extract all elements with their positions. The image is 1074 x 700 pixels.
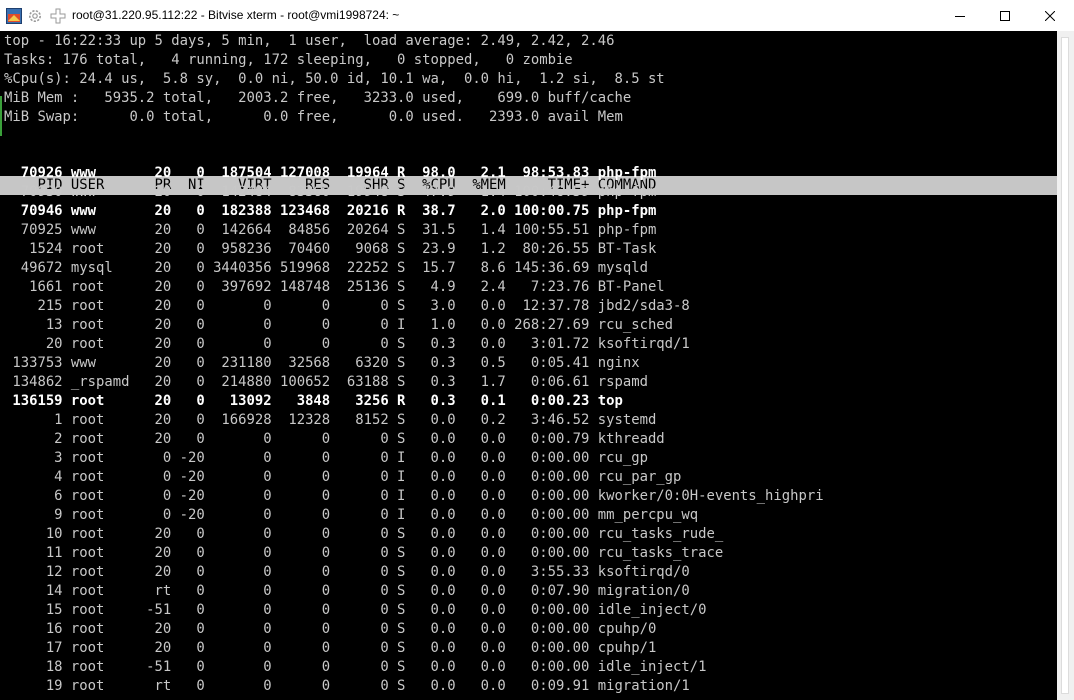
terminal-app-icon bbox=[6, 8, 22, 24]
process-row: 3 root 0 -20 0 0 0 I 0.0 0.0 0:00.00 rcu… bbox=[4, 450, 648, 466]
summary-line: top - 16:22:33 up 5 days, 5 min, 1 user,… bbox=[4, 33, 615, 49]
process-row: 136159 root 20 0 13092 3848 3256 R 0.3 0… bbox=[4, 393, 623, 409]
process-row: 1524 root 20 0 958236 70460 9068 S 23.9 … bbox=[4, 241, 657, 257]
terminal-area[interactable]: top - 16:22:33 up 5 days, 5 min, 1 user,… bbox=[0, 31, 1057, 700]
left-edge-marker bbox=[0, 96, 2, 136]
process-row: 15 root -51 0 0 0 0 S 0.0 0.0 0:00.00 id… bbox=[4, 602, 707, 618]
process-row: 11 root 20 0 0 0 0 S 0.0 0.0 0:00.00 rcu… bbox=[4, 545, 724, 561]
process-row: 18 root -51 0 0 0 0 S 0.0 0.0 0:00.00 id… bbox=[4, 659, 707, 675]
process-row: 16 root 20 0 0 0 0 S 0.0 0.0 0:00.00 cpu… bbox=[4, 621, 657, 637]
process-row: 17 root 20 0 0 0 0 S 0.0 0.0 0:00.00 cpu… bbox=[4, 640, 657, 656]
vertical-scrollbar[interactable] bbox=[1057, 31, 1074, 700]
minimize-button[interactable] bbox=[937, 0, 983, 31]
title-bar: root@31.220.95.112:22 - Bitvise xterm - … bbox=[0, 0, 1074, 31]
process-row: 134862 _rspamd 20 0 214880 100652 63188 … bbox=[4, 374, 648, 390]
process-row: 14 root rt 0 0 0 0 S 0.0 0.0 0:07.90 mig… bbox=[4, 583, 690, 599]
summary-line: MiB Mem : 5935.2 total, 2003.2 free, 323… bbox=[4, 90, 632, 106]
summary-line: Tasks: 176 total, 4 running, 172 sleepin… bbox=[4, 52, 573, 68]
process-row: 70925 www 20 0 142664 84856 20264 S 31.5… bbox=[4, 222, 657, 238]
process-row: 70946 www 20 0 182388 123468 20216 R 38.… bbox=[4, 203, 657, 219]
process-row: 19 root rt 0 0 0 0 S 0.0 0.0 0:09.91 mig… bbox=[4, 678, 690, 694]
window-title: root@31.220.95.112:22 - Bitvise xterm - … bbox=[72, 8, 400, 22]
summary-line: MiB Swap: 0.0 total, 0.0 free, 0.0 used.… bbox=[4, 109, 623, 125]
maximize-icon bbox=[1000, 10, 1010, 21]
process-row: 1 root 20 0 166928 12328 8152 S 0.0 0.2 … bbox=[4, 412, 657, 428]
process-row: 49672 mysql 20 0 3440356 519968 22252 S … bbox=[4, 260, 648, 276]
process-row: 13 root 20 0 0 0 0 I 1.0 0.0 268:27.69 r… bbox=[4, 317, 674, 333]
process-row: 9 root 0 -20 0 0 0 I 0.0 0.0 0:00.00 mm_… bbox=[4, 507, 699, 523]
plus-icon[interactable] bbox=[50, 8, 66, 24]
close-button[interactable] bbox=[1027, 0, 1073, 31]
gear-icon[interactable] bbox=[27, 8, 43, 24]
process-row: 6 root 0 -20 0 0 0 I 0.0 0.0 0:00.00 kwo… bbox=[4, 488, 824, 504]
process-row: 215 root 20 0 0 0 0 S 3.0 0.0 12:37.78 j… bbox=[4, 298, 690, 314]
process-row: 133753 www 20 0 231180 32568 6320 S 0.3 … bbox=[4, 355, 640, 371]
process-row: 70926 www 20 0 187504 127008 19964 R 98.… bbox=[4, 165, 657, 181]
process-row: 2 root 20 0 0 0 0 S 0.0 0.0 0:00.79 kthr… bbox=[4, 431, 665, 447]
process-row: 1661 root 20 0 397692 148748 25136 S 4.9… bbox=[4, 279, 665, 295]
summary-line: %Cpu(s): 24.4 us, 5.8 sy, 0.0 ni, 50.0 i… bbox=[4, 71, 665, 87]
scrollbar-track[interactable] bbox=[1061, 37, 1069, 694]
process-row: 12 root 20 0 0 0 0 S 0.0 0.0 3:55.33 kso… bbox=[4, 564, 690, 580]
process-row: 20 root 20 0 0 0 0 S 0.3 0.0 3:01.72 kso… bbox=[4, 336, 690, 352]
process-row: 70930 www 20 0 142484 83360 19948 S 47.9… bbox=[4, 184, 657, 200]
maximize-button[interactable] bbox=[982, 0, 1028, 31]
process-row: 4 root 0 -20 0 0 0 I 0.0 0.0 0:00.00 rcu… bbox=[4, 469, 682, 485]
minimize-icon bbox=[955, 15, 965, 17]
process-row: 10 root 20 0 0 0 0 S 0.0 0.0 0:00.00 rcu… bbox=[4, 526, 724, 542]
close-icon bbox=[1045, 10, 1055, 21]
